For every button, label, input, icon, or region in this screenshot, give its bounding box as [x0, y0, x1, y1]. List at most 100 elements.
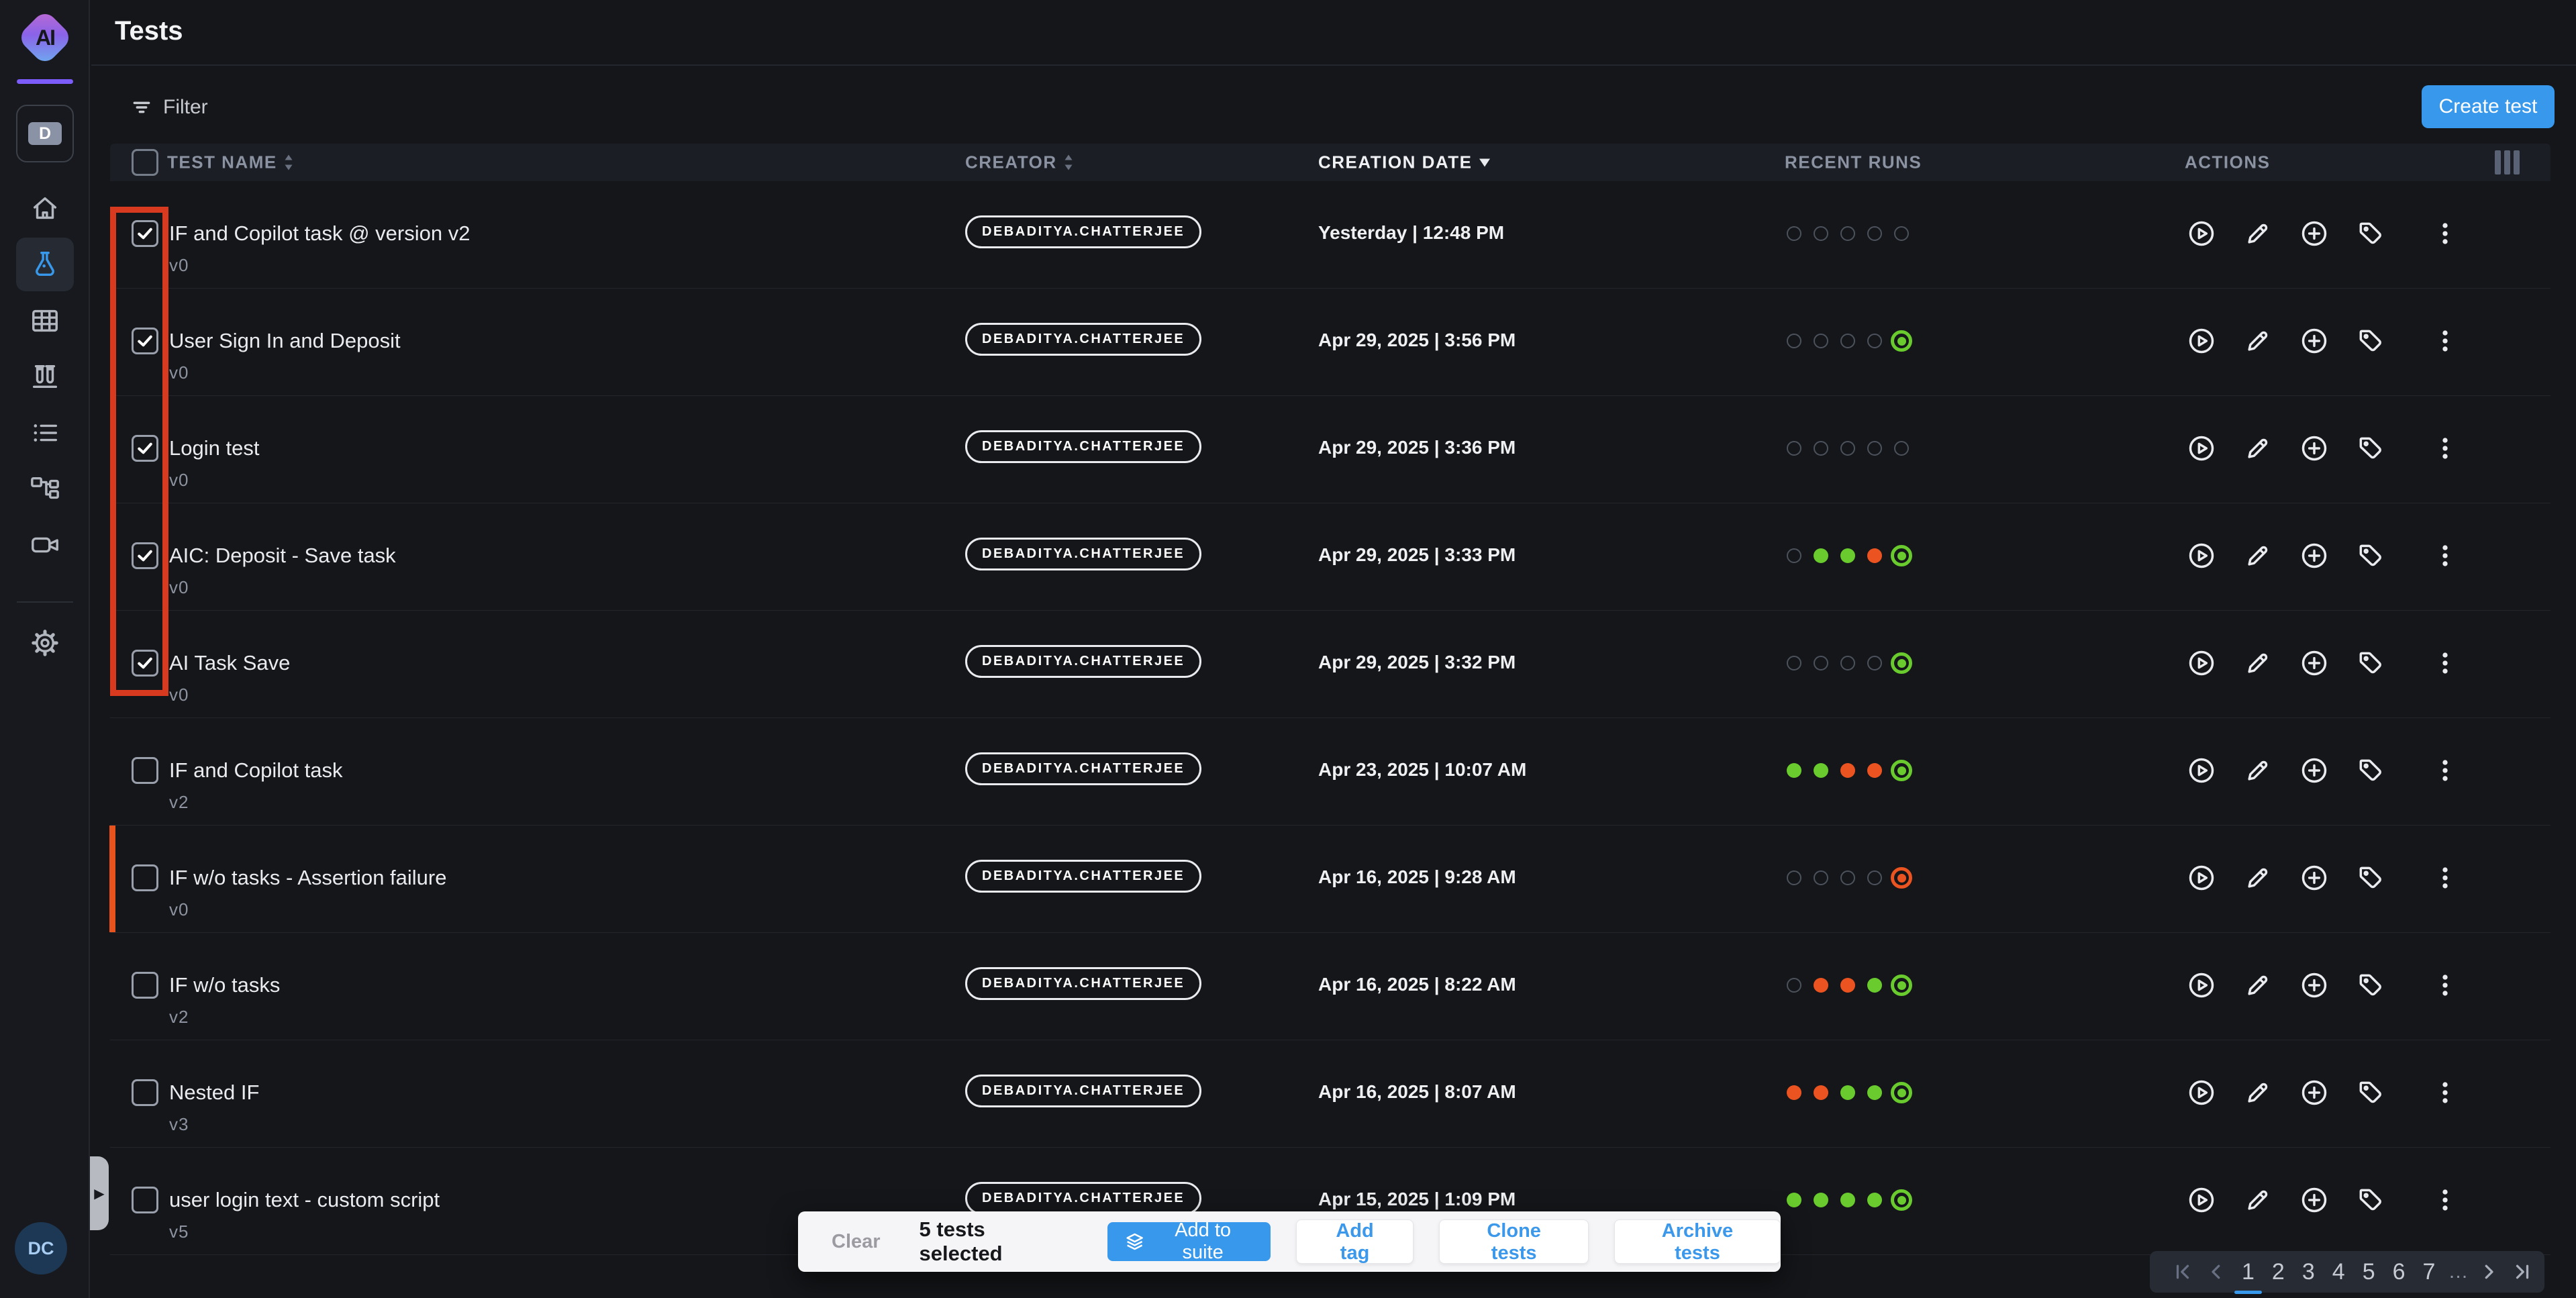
app-logo[interactable]: AI — [22, 15, 68, 60]
add-to-suite-row-button[interactable] — [2299, 326, 2329, 356]
tag-test-button[interactable] — [2356, 648, 2385, 678]
add-to-suite-row-button[interactable] — [2299, 219, 2329, 248]
more-options-button[interactable] — [2430, 1078, 2460, 1107]
edit-test-button[interactable] — [2243, 1078, 2273, 1107]
test-version: v0 — [169, 577, 189, 598]
edit-test-button[interactable] — [2243, 970, 2273, 1000]
tag-test-button[interactable] — [2356, 326, 2385, 356]
clear-selection-button[interactable]: Clear — [832, 1231, 881, 1253]
page-button-7[interactable]: 7 — [2414, 1255, 2444, 1289]
test-version: v2 — [169, 792, 189, 813]
sidebar-item-data-tables[interactable] — [16, 294, 74, 348]
sidebar-item-flows[interactable] — [16, 462, 74, 516]
row-actions — [110, 541, 2550, 570]
sidebar-item-tests[interactable] — [16, 238, 74, 291]
prev-page-button[interactable] — [2199, 1262, 2233, 1282]
page-button-2[interactable]: 2 — [2263, 1255, 2293, 1289]
run-test-button[interactable] — [2187, 863, 2216, 893]
edit-test-button[interactable] — [2243, 541, 2273, 570]
tag-test-button[interactable] — [2356, 1185, 2385, 1215]
page-button-6[interactable]: 6 — [2384, 1255, 2414, 1289]
column-header-test-name[interactable]: TEST NAME — [167, 152, 293, 173]
run-test-button[interactable] — [2187, 326, 2216, 356]
row-actions — [110, 1185, 2550, 1215]
column-header-creation-date[interactable]: CREATION DATE — [1318, 152, 1491, 173]
first-page-button[interactable] — [2166, 1262, 2199, 1282]
edit-test-button[interactable] — [2243, 219, 2273, 248]
sidebar-item-settings[interactable] — [16, 616, 74, 670]
create-test-button[interactable]: Create test — [2422, 85, 2555, 128]
tag-test-button[interactable] — [2356, 970, 2385, 1000]
play-circle-icon — [2187, 434, 2216, 463]
run-test-button[interactable] — [2187, 219, 2216, 248]
test-version: v0 — [169, 899, 189, 920]
more-options-button[interactable] — [2430, 434, 2460, 463]
kebab-menu-icon — [2430, 326, 2460, 356]
edit-test-button[interactable] — [2243, 434, 2273, 463]
last-page-button[interactable] — [2506, 1262, 2539, 1282]
add-to-suite-row-button[interactable] — [2299, 541, 2329, 570]
column-header-creator[interactable]: CREATOR — [965, 152, 1073, 173]
more-options-button[interactable] — [2430, 648, 2460, 678]
play-circle-icon — [2187, 541, 2216, 570]
edit-test-button[interactable] — [2243, 1185, 2273, 1215]
run-test-button[interactable] — [2187, 1185, 2216, 1215]
edit-test-button[interactable] — [2243, 863, 2273, 893]
run-test-button[interactable] — [2187, 970, 2216, 1000]
sidebar-item-home[interactable] — [16, 181, 74, 235]
add-to-suite-button[interactable]: Add to suite — [1107, 1222, 1271, 1261]
select-all-checkbox[interactable] — [132, 149, 158, 176]
page-button-5[interactable]: 5 — [2354, 1255, 2384, 1289]
sidebar-expand-handle[interactable]: ▶ — [90, 1156, 109, 1230]
page-button-4[interactable]: 4 — [2324, 1255, 2354, 1289]
add-to-suite-row-button[interactable] — [2299, 1185, 2329, 1215]
page-button-3[interactable]: 3 — [2293, 1255, 2324, 1289]
more-options-button[interactable] — [2430, 1185, 2460, 1215]
pencil-icon — [2243, 648, 2273, 678]
more-options-button[interactable] — [2430, 219, 2460, 248]
more-options-button[interactable] — [2430, 756, 2460, 785]
add-to-suite-row-button[interactable] — [2299, 863, 2329, 893]
test-tubes-icon — [30, 361, 60, 392]
workspace-switcher[interactable]: D — [16, 105, 74, 162]
pencil-icon — [2243, 1078, 2273, 1107]
tag-test-button[interactable] — [2356, 541, 2385, 570]
run-test-button[interactable] — [2187, 541, 2216, 570]
edit-test-button[interactable] — [2243, 648, 2273, 678]
user-avatar[interactable]: DC — [15, 1222, 67, 1275]
edit-test-button[interactable] — [2243, 756, 2273, 785]
sidebar-item-steps[interactable] — [16, 406, 74, 460]
column-settings-icon[interactable] — [2495, 150, 2520, 174]
add-to-suite-row-button[interactable] — [2299, 1078, 2329, 1107]
tag-test-button[interactable] — [2356, 219, 2385, 248]
tag-icon — [2356, 219, 2385, 248]
run-test-button[interactable] — [2187, 434, 2216, 463]
sidebar-item-test-runs[interactable] — [16, 350, 74, 403]
add-to-suite-row-button[interactable] — [2299, 434, 2329, 463]
page-button-1[interactable]: 1 — [2233, 1255, 2263, 1289]
tag-test-button[interactable] — [2356, 863, 2385, 893]
row-actions — [110, 219, 2550, 248]
filter-icon — [131, 97, 152, 118]
add-to-suite-row-button[interactable] — [2299, 756, 2329, 785]
next-page-button[interactable] — [2472, 1262, 2506, 1282]
more-options-button[interactable] — [2430, 541, 2460, 570]
add-to-suite-row-button[interactable] — [2299, 648, 2329, 678]
sidebar-item-recordings[interactable] — [16, 518, 74, 572]
tag-test-button[interactable] — [2356, 1078, 2385, 1107]
add-tag-button[interactable]: Add tag — [1296, 1219, 1414, 1264]
clone-tests-button[interactable]: Clone tests — [1439, 1219, 1589, 1264]
workspace-initial: D — [28, 122, 62, 145]
tag-test-button[interactable] — [2356, 756, 2385, 785]
more-options-button[interactable] — [2430, 863, 2460, 893]
more-options-button[interactable] — [2430, 970, 2460, 1000]
filter-button[interactable]: Filter — [131, 91, 208, 123]
archive-tests-button[interactable]: Archive tests — [1614, 1219, 1781, 1264]
add-to-suite-row-button[interactable] — [2299, 970, 2329, 1000]
run-test-button[interactable] — [2187, 1078, 2216, 1107]
edit-test-button[interactable] — [2243, 326, 2273, 356]
tag-test-button[interactable] — [2356, 434, 2385, 463]
run-test-button[interactable] — [2187, 648, 2216, 678]
more-options-button[interactable] — [2430, 326, 2460, 356]
run-test-button[interactable] — [2187, 756, 2216, 785]
